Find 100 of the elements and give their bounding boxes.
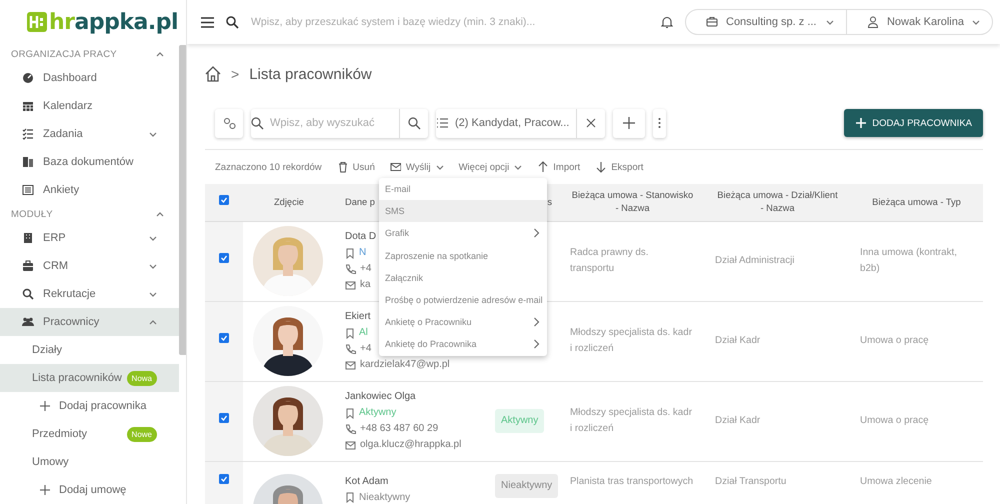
- kebab-icon: [658, 117, 661, 129]
- sidebar-item[interactable]: Rekrutacje: [0, 280, 179, 308]
- filter-field[interactable]: (2) Kandydat, Pracow...: [436, 108, 605, 138]
- action-button[interactable]: Import: [537, 161, 580, 173]
- settings-button[interactable]: [215, 108, 243, 138]
- menu-item[interactable]: Prośbę o potwierdzenie adresów e-mail: [379, 288, 547, 312]
- more-button[interactable]: [653, 108, 666, 138]
- close-icon[interactable]: [586, 118, 596, 128]
- sidebar-item[interactable]: Pracownicy: [0, 308, 179, 336]
- envelope-icon: [390, 161, 401, 173]
- chevron-icon[interactable]: [149, 236, 157, 240]
- sidebar-item[interactable]: Baza dokumentów: [0, 148, 179, 176]
- sidebar-item[interactable]: Zadania: [0, 120, 179, 148]
- sidebar-item[interactable]: Ankiety: [0, 176, 179, 204]
- checkbox[interactable]: [219, 333, 229, 344]
- menu-item[interactable]: SMS: [379, 200, 547, 222]
- status-badge: Nieaktywny: [495, 474, 558, 498]
- scrollbar[interactable]: [179, 45, 186, 355]
- phone-icon: [345, 264, 356, 274]
- checkbox[interactable]: [219, 253, 229, 264]
- action-button[interactable]: Więcej opcji: [458, 162, 522, 172]
- status-text: Nieaktywny: [359, 490, 410, 504]
- column-header: Bieżąca umowa - Stanowisko - Nazwa: [572, 190, 694, 214]
- search-icon: [251, 116, 264, 130]
- page-title: Lista pracowników: [249, 66, 372, 82]
- sidebar-subitem[interactable]: Działy: [0, 336, 179, 364]
- action-button[interactable]: Wyślij: [390, 161, 444, 173]
- table-cell: Dział Kadr: [715, 335, 760, 346]
- table-cell: Młodszy specjalista ds. kadr i rozliczeń: [570, 327, 692, 354]
- collapse-icon[interactable]: [156, 212, 164, 216]
- people-icon: [22, 316, 34, 328]
- arrow-down-icon: [595, 161, 606, 173]
- selection-count: Zaznaczono 10 rekordów: [215, 162, 322, 172]
- column-header: Bieżąca umowa - Typ: [872, 196, 961, 207]
- employee-name[interactable]: Kot Adam: [345, 474, 475, 490]
- table-cell: Radca prawny ds. transportu: [570, 247, 648, 274]
- checkbox[interactable]: [219, 474, 229, 484]
- chevron-icon[interactable]: [149, 132, 157, 136]
- menu-item[interactable]: Załącznik: [379, 266, 547, 289]
- table-cell: Dział Administracji: [715, 255, 794, 266]
- chevron-icon[interactable]: [149, 292, 157, 296]
- plus-icon: [856, 118, 866, 128]
- column-header: Bieżąca umowa - Dział/Klient - Nazwa: [717, 190, 838, 214]
- menu-item[interactable]: E-mail: [379, 178, 547, 200]
- add-employee-button[interactable]: DODAJ PRACOWNIKA: [844, 109, 983, 137]
- phone-number: +4: [360, 342, 372, 356]
- email-address: ka: [360, 278, 371, 292]
- caret-icon[interactable]: [514, 164, 522, 170]
- table-cell: Dział Kadr: [715, 415, 760, 426]
- status-badge: Aktywny: [495, 409, 544, 433]
- bookmark-icon: [345, 492, 355, 503]
- chevron-icon[interactable]: [149, 264, 157, 268]
- logo-text[interactable]: hrappka.pl: [49, 10, 178, 34]
- menu-item[interactable]: Grafik: [379, 222, 547, 245]
- employee-name[interactable]: Jankowiec Olga: [345, 389, 475, 405]
- sidebar-subitem[interactable]: Przedmioty Nowe: [0, 420, 179, 448]
- calendar-icon: [22, 100, 34, 112]
- email-address: kardzielak47@wp.pl: [360, 358, 450, 372]
- table-cell: Planista tras transportowych: [570, 476, 694, 486]
- menu-icon[interactable]: [201, 16, 214, 28]
- sidebar-item[interactable]: CRM: [0, 252, 179, 280]
- table-cell: Umowa o pracę: [860, 415, 929, 426]
- plus-icon: [40, 485, 50, 495]
- search-icon[interactable]: [408, 116, 420, 130]
- home-icon[interactable]: [205, 66, 221, 82]
- list-icon: [22, 184, 34, 196]
- action-button[interactable]: Eksport: [595, 161, 644, 173]
- sidebar-subitem[interactable]: Lista pracowników Nowa: [0, 364, 179, 392]
- sidebar-subitem[interactable]: Umowy: [0, 448, 179, 476]
- sidebar-subitem[interactable]: Dodaj pracownika: [0, 392, 179, 420]
- plus-icon: [623, 117, 635, 129]
- envelope-icon: [345, 360, 356, 370]
- collapse-icon[interactable]: [156, 52, 164, 56]
- table-cell: Młodszy specjalista ds. kadr i rozliczeń: [570, 407, 692, 434]
- checkbox[interactable]: [219, 413, 229, 424]
- column-header: s: [547, 196, 552, 207]
- sidebar-item[interactable]: ERP: [0, 224, 179, 252]
- caret-icon[interactable]: [436, 164, 444, 170]
- building-icon: [22, 232, 34, 244]
- add-filter-button[interactable]: [613, 108, 645, 138]
- envelope-icon: [345, 440, 356, 450]
- checkbox[interactable]: [219, 195, 229, 206]
- plus-icon: [40, 401, 50, 411]
- search-icon: [22, 288, 34, 300]
- sidebar-item[interactable]: Dashboard: [0, 64, 179, 92]
- chevron-icon[interactable]: [149, 320, 157, 324]
- column-header: Zdjęcie: [274, 196, 304, 207]
- sidebar-item[interactable]: Kalendarz: [0, 92, 179, 120]
- phone-icon: [345, 344, 356, 354]
- bell-icon[interactable]: [661, 16, 673, 28]
- dashboard-icon: [22, 72, 34, 84]
- menu-item[interactable]: Ankietę do Pracownika: [379, 333, 547, 356]
- table-cell: Umowa o pracę: [860, 335, 929, 346]
- action-button[interactable]: Usuń: [336, 161, 375, 173]
- search-icon[interactable]: [226, 16, 239, 28]
- menu-item[interactable]: Ankietę o Pracowniku: [379, 311, 547, 334]
- sidebar-subitem[interactable]: Dodaj umowę: [0, 476, 179, 504]
- menu-item[interactable]: Zaproszenie na spotkanie: [379, 244, 547, 267]
- arrow-up-icon: [537, 161, 548, 173]
- breadcrumb-separator: >: [231, 66, 240, 82]
